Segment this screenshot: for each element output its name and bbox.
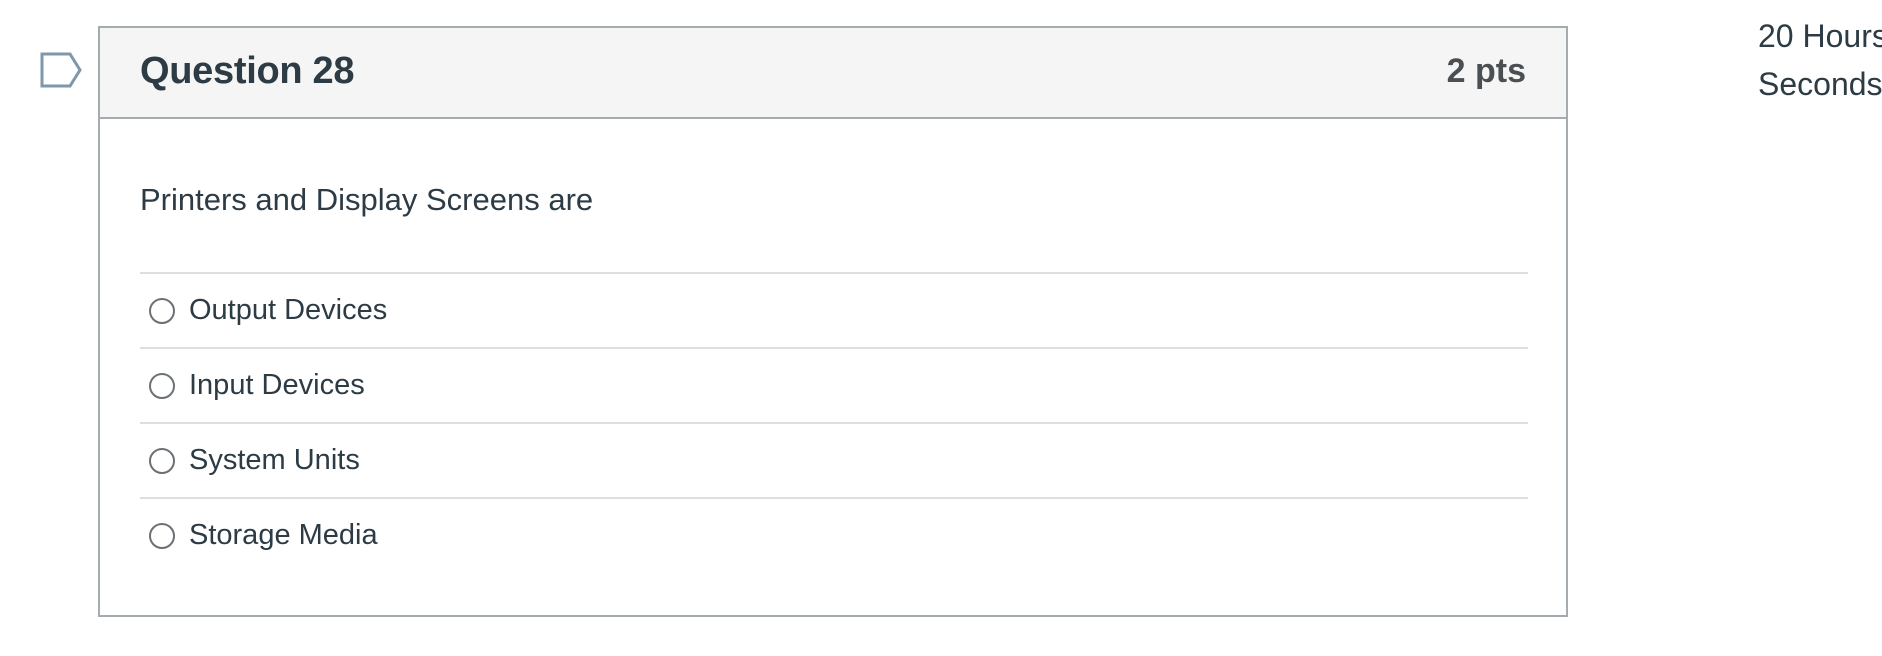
question-points: 2 pts: [1446, 52, 1526, 90]
answer-label: Input Devices: [189, 369, 365, 401]
radio-button[interactable]: [149, 372, 175, 399]
time-remaining: 20 Hours Seconds: [1758, 12, 1882, 108]
radio-button[interactable]: [149, 447, 175, 474]
timer-line-seconds: Seconds: [1758, 66, 1882, 102]
radio-button[interactable]: [149, 297, 175, 324]
answer-list: Output Devices Input Devices System Unit…: [140, 272, 1528, 572]
question-header: Question 28 2 pts: [100, 28, 1566, 119]
timer-line-hours: 20 Hours: [1758, 18, 1882, 54]
answer-option[interactable]: Output Devices: [140, 272, 1528, 347]
quiz-page: Question 28 2 pts Printers and Display S…: [0, 0, 1882, 656]
answer-label: Output Devices: [189, 294, 388, 326]
question-text: Printers and Display Screens are: [140, 182, 594, 217]
flag-question-icon[interactable]: [40, 52, 82, 88]
answer-option[interactable]: Input Devices: [140, 347, 1528, 422]
question-card: Question 28 2 pts Printers and Display S…: [98, 26, 1568, 617]
answer-label: System Units: [189, 444, 360, 476]
answer-option[interactable]: Storage Media: [140, 497, 1528, 572]
answer-label: Storage Media: [189, 519, 378, 551]
question-title: Question 28: [140, 50, 355, 92]
radio-button[interactable]: [149, 522, 175, 549]
answer-option[interactable]: System Units: [140, 422, 1528, 497]
